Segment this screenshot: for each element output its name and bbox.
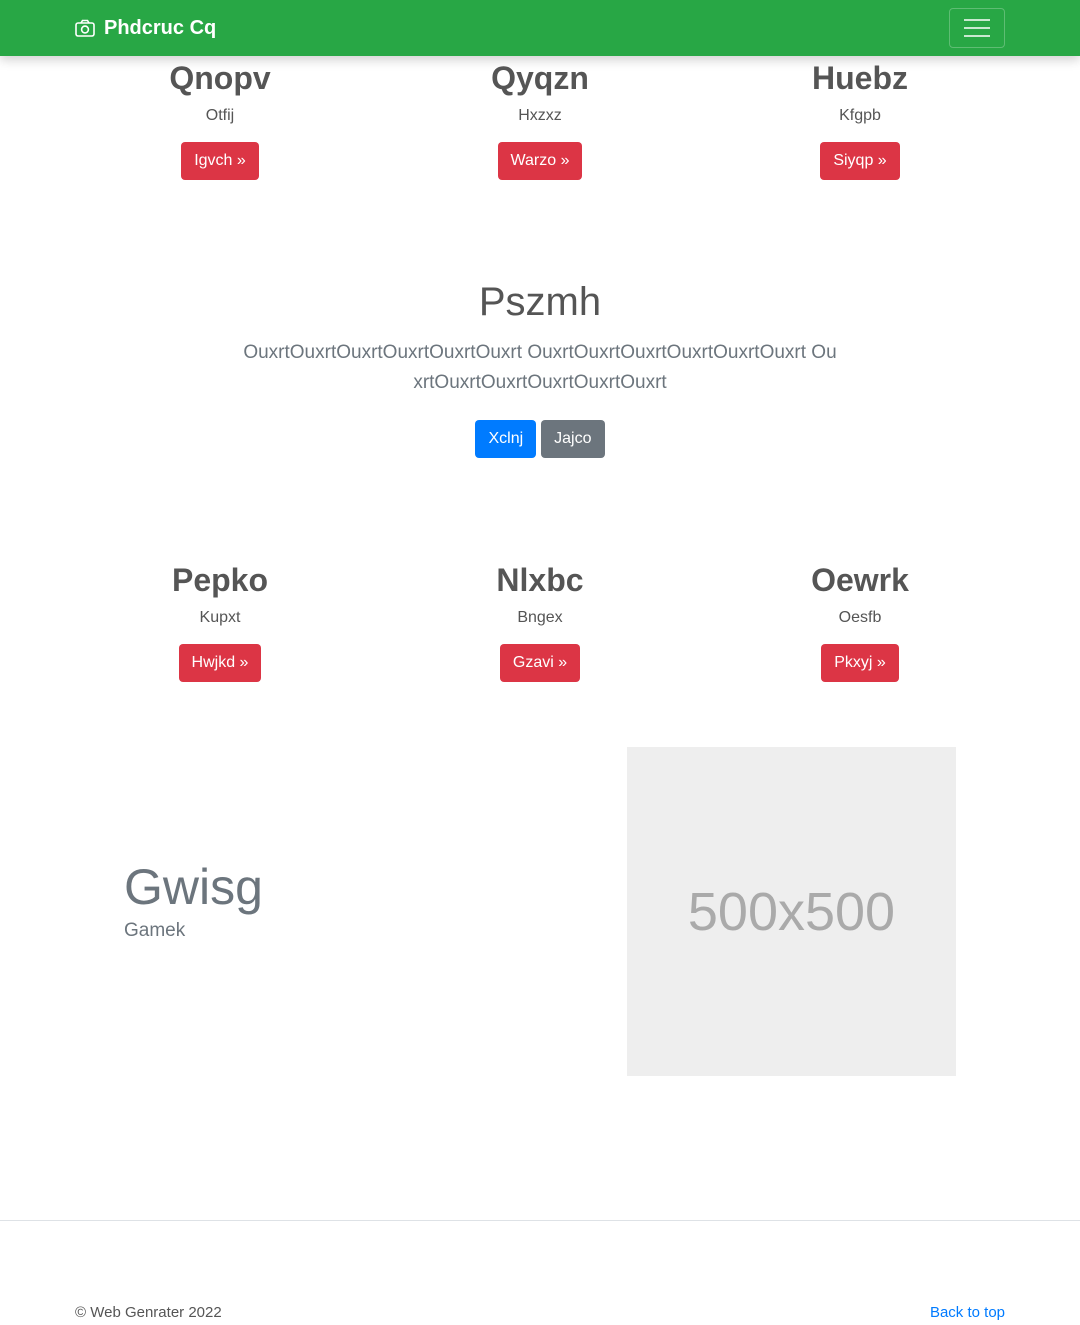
feature-title: Pepko xyxy=(171,562,269,598)
secondary-button[interactable]: Jajco xyxy=(541,420,605,458)
feature-subtitle: Otfij xyxy=(205,107,235,124)
navbar: Phdcruc Cq xyxy=(0,0,1080,56)
feature-button[interactable]: Siyqp » xyxy=(820,142,900,180)
brand-name: Phdcruc Cq xyxy=(104,16,217,39)
primary-button[interactable]: Xclnj xyxy=(475,420,537,458)
feature-column-2: Qyqzn Hxzxz Warzo » xyxy=(370,59,710,180)
feature-column-3: Huebz Kfgpb Siyqp » xyxy=(690,59,1030,180)
feature-button[interactable]: Hwjkd » xyxy=(178,644,262,682)
feature-title: Qyqzn xyxy=(491,60,589,96)
hero-lead: OuxrtOuxrtOuxrtOuxrtOuxrtOuxrt OuxrtOuxr… xyxy=(243,342,837,393)
feature-title: Qnopv xyxy=(169,60,271,96)
back-to-top-link[interactable]: Back to top xyxy=(930,1304,1005,1321)
feature-subtitle: Kupxt xyxy=(199,609,241,626)
feature-button[interactable]: Gzavi » xyxy=(499,644,581,682)
feature-subtitle: Oesfb xyxy=(838,609,882,626)
copyright-text: © Web Genrater 2022 xyxy=(75,1304,222,1321)
feature-title: Oewrk xyxy=(811,562,909,598)
feature-column-4: Pepko Kupxt Hwjkd » xyxy=(50,561,390,682)
navbar-toggler-button[interactable] xyxy=(949,8,1005,48)
image-placeholder-label: 500x500 xyxy=(687,881,896,942)
feature-column-5: Nlxbc Bngex Gzavi » xyxy=(370,561,710,682)
footer-divider xyxy=(0,1220,1080,1221)
feature-column-6: Oewrk Oesfb Pkxyj » xyxy=(690,561,1030,682)
brand-link[interactable]: Phdcruc Cq xyxy=(75,0,216,56)
feature-subtitle: Hxzxz xyxy=(518,107,562,124)
feature-title: Huebz xyxy=(812,60,908,96)
feature-button[interactable]: Warzo » xyxy=(497,142,583,180)
hero-title: Pszmh xyxy=(478,280,602,324)
feature-title: Nlxbc xyxy=(496,562,584,598)
split-title: Gwisg xyxy=(124,859,263,915)
split-subtitle: Gamek xyxy=(124,920,186,941)
camera-icon xyxy=(75,19,95,37)
image-placeholder: 500x500 xyxy=(627,747,956,1076)
feature-button[interactable]: Igvch » xyxy=(181,142,259,180)
feature-subtitle: Bngex xyxy=(517,609,563,626)
hamburger-menu-icon xyxy=(964,19,990,21)
feature-column-1: Qnopv Otfij Igvch » xyxy=(50,59,390,180)
feature-subtitle: Kfgpb xyxy=(839,107,881,124)
hero-buttons: Xclnj Jajco xyxy=(0,420,1080,458)
hero-section: Pszmh OuxrtOuxrtOuxrtOuxrtOuxrtOuxrt Oux… xyxy=(0,278,1080,458)
feature-button[interactable]: Pkxyj » xyxy=(821,644,899,682)
